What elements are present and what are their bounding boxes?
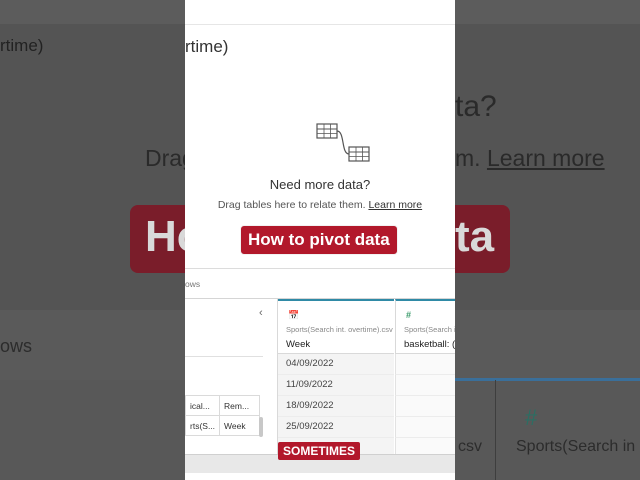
table-cell: 25/09/2022	[278, 417, 394, 438]
canvas-divider[interactable]	[185, 268, 455, 269]
bg-drag-right: m. Learn more	[455, 145, 605, 171]
column-header[interactable]: 📅 Sports(Search int. overtime).csv Week	[278, 299, 394, 354]
table-cell	[395, 354, 455, 375]
table-cell	[395, 396, 455, 417]
metadata-pane: ‹ ical... Rem... rts(S... Week	[185, 299, 278, 459]
bg-csv-fragment: csv	[458, 438, 482, 455]
grid-column-week: 📅 Sports(Search int. overtime).csv Week …	[278, 299, 394, 459]
top-toolbar	[185, 0, 455, 25]
bg-hash-icon: #	[525, 405, 538, 430]
drag-tables-hint: Drag tables here to relate them. Learn m…	[185, 199, 455, 211]
bg-divider	[495, 380, 496, 480]
column-header[interactable]: # Sports(Search in basketball: (U	[395, 299, 455, 354]
column-name: Week	[286, 339, 311, 350]
table-cell	[395, 417, 455, 438]
metadata-header-row: ical... Rem...	[185, 395, 260, 416]
metadata-cell: Week	[219, 415, 260, 436]
relate-tables-icon	[316, 123, 370, 162]
column-source: Sports(Search in	[404, 325, 455, 334]
data-source-title[interactable]: rtime)	[185, 37, 228, 57]
table-cell: 18/09/2022	[278, 396, 394, 417]
collapse-chevron-left-icon[interactable]: ‹	[259, 307, 263, 319]
bg-source-fragment: Sports(Search in	[516, 438, 636, 455]
column-source: Sports(Search int. overtime).csv	[286, 325, 393, 334]
metadata-row: rts(S... Week	[185, 415, 260, 436]
video-subtitle: SOMETIMES	[278, 442, 361, 460]
table-cell: 04/09/2022	[278, 354, 394, 375]
metadata-table: ical... Rem... rts(S... Week	[185, 395, 260, 436]
video-caption-title: How to pivot data	[240, 225, 398, 255]
bg-rows-label: ows	[0, 336, 33, 356]
bg-title-fragment: rtime)	[0, 36, 44, 55]
metadata-header-cell[interactable]: ical...	[185, 395, 221, 416]
table-cell	[395, 375, 455, 396]
metadata-divider	[185, 356, 263, 357]
metadata-scrollbar[interactable]	[259, 417, 263, 437]
table-cell: 11/09/2022	[278, 375, 394, 396]
learn-more-link[interactable]: Learn more	[368, 199, 422, 211]
drag-tables-text: Drag tables here to relate them.	[217, 199, 366, 211]
bg-column-accent-line	[455, 378, 640, 381]
calendar-icon[interactable]: 📅	[288, 310, 299, 321]
column-name: basketball: (U	[404, 339, 455, 350]
metadata-header-cell[interactable]: Rem...	[219, 395, 260, 416]
grid-column-basketball: # Sports(Search in basketball: (U	[395, 299, 455, 459]
rows-label: ows	[185, 279, 201, 289]
bg-need-more-fragment: ta?	[455, 90, 497, 123]
need-more-data-heading: Need more data?	[269, 177, 371, 192]
metadata-cell: rts(S...	[185, 415, 221, 436]
number-hash-icon[interactable]: #	[406, 310, 411, 320]
bg-banner-right-text: ta	[455, 212, 495, 261]
